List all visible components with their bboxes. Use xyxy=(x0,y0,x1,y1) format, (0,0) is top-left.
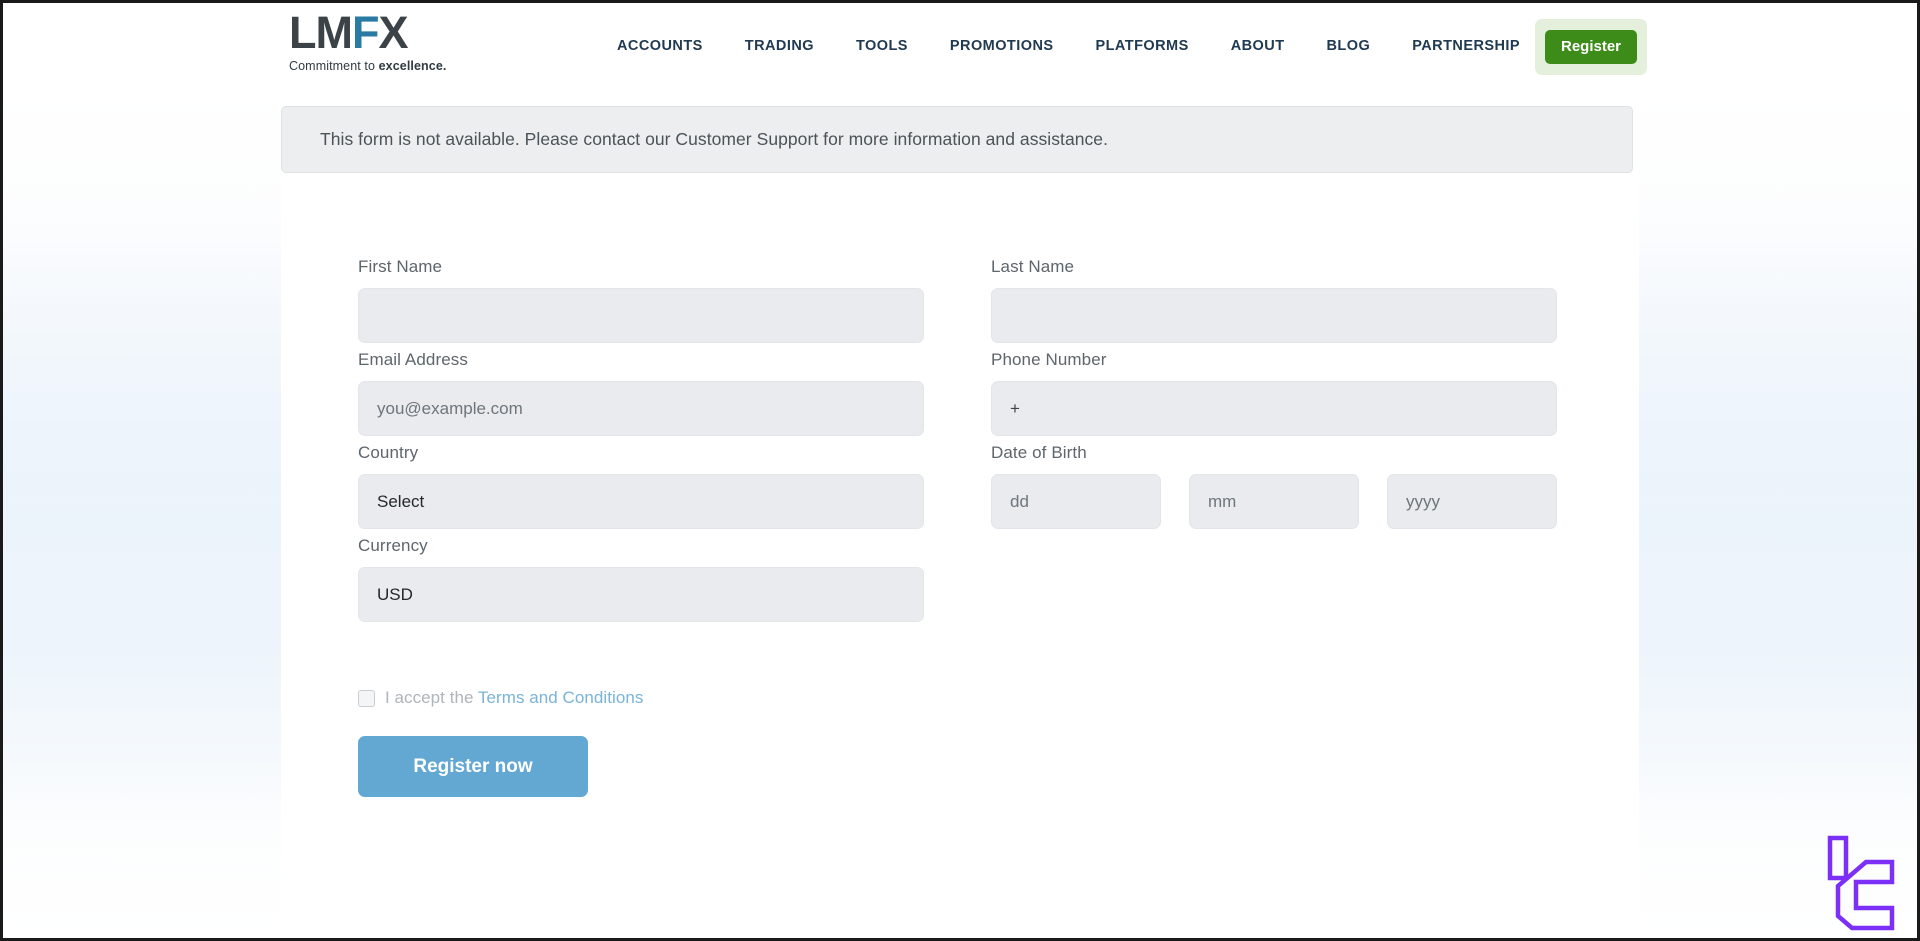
browser-viewport: LM F X Commitment to excellence. ACCOUNTS … xyxy=(0,0,1920,941)
terms-checkbox[interactable] xyxy=(358,689,375,707)
nav-item-blog[interactable]: BLOG xyxy=(1306,34,1392,58)
terms-text-prefix: I accept the xyxy=(385,688,478,707)
date-of-birth-label: Date of Birth xyxy=(991,443,1087,462)
form-row-currency: Currency USD xyxy=(358,536,1558,622)
last-name-input[interactable] xyxy=(991,288,1557,343)
terms-and-conditions-link[interactable]: Terms and Conditions xyxy=(478,688,643,707)
form-row-country-dob: Country Select Date of Birth xyxy=(358,443,1558,529)
field-group-last-name: Last Name xyxy=(991,257,1557,343)
currency-label: Currency xyxy=(358,536,428,555)
nav-item-tools[interactable]: TOOLS xyxy=(835,34,929,58)
first-name-input[interactable] xyxy=(358,288,924,343)
form-row-contact: Email Address Phone Number xyxy=(358,350,1558,436)
country-select[interactable]: Select xyxy=(358,474,924,529)
field-group-phone: Phone Number xyxy=(991,350,1557,436)
nav-item-accounts[interactable]: ACCOUNTS xyxy=(596,34,724,58)
terms-acceptance-row: I accept the Terms and Conditions xyxy=(358,688,1558,708)
nav-item-trading[interactable]: TRADING xyxy=(724,34,835,58)
header-register-button[interactable]: Register xyxy=(1544,30,1638,64)
field-group-first-name: First Name xyxy=(358,257,924,343)
phone-input[interactable] xyxy=(991,381,1557,436)
notice-message: This form is not available. Please conta… xyxy=(320,129,1109,149)
currency-select[interactable]: USD xyxy=(358,567,924,622)
header-register-highlight: Register xyxy=(1535,19,1647,75)
phone-label: Phone Number xyxy=(991,350,1107,369)
nav-item-partnership[interactable]: PARTNERSHIP xyxy=(1391,34,1541,58)
nav-item-platforms[interactable]: PLATFORMS xyxy=(1075,34,1210,58)
dob-year-input[interactable] xyxy=(1387,474,1557,529)
dob-month-input[interactable] xyxy=(1189,474,1359,529)
logo-tagline-prefix: Commitment to xyxy=(289,59,379,73)
email-label: Email Address xyxy=(358,350,468,369)
logo-tagline: Commitment to excellence. xyxy=(289,59,469,73)
logo-tagline-bold: excellence. xyxy=(378,59,447,73)
site-header: LM F X Commitment to excellence. ACCOUNTS … xyxy=(6,6,1914,87)
field-group-date-of-birth: Date of Birth xyxy=(991,443,1557,529)
field-group-spacer xyxy=(991,536,1557,622)
registration-form: First Name Last Name Email Address Phone… xyxy=(358,257,1558,797)
date-of-birth-inputs xyxy=(991,474,1557,529)
field-group-currency: Currency USD xyxy=(358,536,924,622)
logo-text-f: F xyxy=(351,7,379,58)
site-logo[interactable]: LM F X Commitment to excellence. xyxy=(289,8,469,74)
form-unavailable-notice: This form is not available. Please conta… xyxy=(281,106,1633,173)
nav-item-about[interactable]: ABOUT xyxy=(1210,34,1306,58)
form-row-names: First Name Last Name xyxy=(358,257,1558,343)
email-input[interactable] xyxy=(358,381,924,436)
field-group-country: Country Select xyxy=(358,443,924,529)
logo-wordmark: LM F X xyxy=(289,8,469,58)
field-group-email: Email Address xyxy=(358,350,924,436)
register-now-button[interactable]: Register now xyxy=(358,736,588,797)
logo-text-x: X xyxy=(378,7,408,58)
main-navigation: ACCOUNTS TRADING TOOLS PROMOTIONS PLATFO… xyxy=(596,34,1541,58)
terms-label: I accept the Terms and Conditions xyxy=(385,688,643,708)
dob-day-input[interactable] xyxy=(991,474,1161,529)
country-label: Country xyxy=(358,443,419,462)
first-name-label: First Name xyxy=(358,257,443,276)
logo-text-lm: LM xyxy=(289,7,353,58)
nav-item-promotions[interactable]: PROMOTIONS xyxy=(929,34,1075,58)
last-name-label: Last Name xyxy=(991,257,1075,276)
